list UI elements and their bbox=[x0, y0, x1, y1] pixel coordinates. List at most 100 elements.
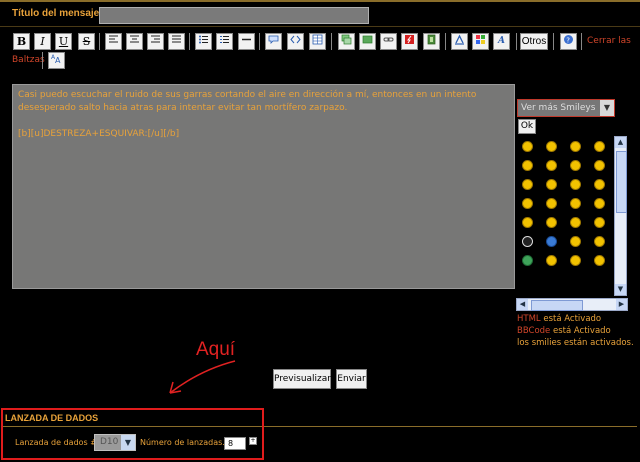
smiley-icon[interactable] bbox=[546, 255, 557, 266]
scroll-thumb[interactable] bbox=[531, 300, 583, 311]
quote-button[interactable] bbox=[265, 33, 282, 50]
smiley-icon[interactable] bbox=[546, 179, 557, 190]
smiley-icon[interactable] bbox=[522, 255, 533, 266]
color-palette-button[interactable] bbox=[472, 33, 489, 50]
smiley-icon[interactable] bbox=[522, 236, 533, 247]
toolbar-separator bbox=[581, 33, 582, 50]
smiley-icon[interactable] bbox=[570, 141, 581, 152]
send-button[interactable]: Enviar bbox=[336, 369, 367, 389]
smiley-icon[interactable] bbox=[570, 236, 581, 247]
bold-button[interactable]: B bbox=[13, 33, 30, 50]
image-button[interactable] bbox=[338, 33, 355, 50]
close-tags-link[interactable]: Cerrar las bbox=[587, 36, 631, 46]
scroll-down-icon[interactable]: ▼ bbox=[615, 284, 626, 295]
smiley-icon[interactable] bbox=[594, 236, 605, 247]
more-smileys-value: Ver más Smileys bbox=[521, 103, 596, 113]
die-type-select[interactable]: D10 ▼ bbox=[94, 434, 136, 451]
flash-button[interactable] bbox=[401, 33, 418, 50]
smilies-status: los smilies están activados. bbox=[517, 338, 634, 348]
smiley-icon[interactable] bbox=[546, 198, 557, 209]
font-button[interactable]: A bbox=[493, 33, 510, 50]
smiley-icon[interactable] bbox=[522, 198, 533, 209]
smiley-icon[interactable] bbox=[522, 217, 533, 228]
html-status: HTML está Activado bbox=[517, 314, 601, 324]
italic-button[interactable]: I bbox=[34, 33, 51, 50]
table-button[interactable] bbox=[309, 33, 326, 50]
smiley-icon[interactable] bbox=[594, 141, 605, 152]
message-textarea[interactable]: Casi puedo escuchar el ruido de sus garr… bbox=[12, 84, 515, 289]
smiley-icon[interactable] bbox=[570, 179, 581, 190]
dice-count-label: Número de lanzadas. : bbox=[140, 438, 231, 447]
numbered-list-button[interactable] bbox=[216, 33, 233, 50]
hr-button[interactable] bbox=[238, 33, 255, 50]
toolbar-separator bbox=[189, 33, 190, 50]
header-divider bbox=[0, 26, 640, 27]
subject-input[interactable] bbox=[99, 7, 369, 24]
svg-text:A: A bbox=[497, 36, 505, 45]
smiley-icon[interactable] bbox=[570, 217, 581, 228]
toolbar-separator bbox=[516, 33, 517, 50]
close-tags-link-text: Cerrar las bbox=[587, 36, 631, 46]
help-button[interactable]: ? bbox=[560, 33, 577, 50]
smiley-icon[interactable] bbox=[546, 217, 557, 228]
color-button[interactable] bbox=[451, 33, 468, 50]
bbcode-status-link[interactable]: BBCode bbox=[517, 326, 550, 336]
film-icon bbox=[427, 34, 436, 45]
smiley-icon[interactable] bbox=[594, 179, 605, 190]
code-button[interactable] bbox=[287, 33, 304, 50]
justify-icon bbox=[172, 35, 181, 43]
link-button[interactable] bbox=[380, 33, 397, 50]
align-right-button[interactable] bbox=[147, 33, 164, 50]
smiley-icon[interactable] bbox=[546, 236, 557, 247]
close-tags-link-cont[interactable]: Baltzas bbox=[12, 55, 45, 65]
bullet-list-icon bbox=[199, 35, 208, 44]
dice-count-input[interactable]: 8 bbox=[224, 437, 246, 450]
add-roll-icon[interactable]: + bbox=[249, 437, 257, 445]
smiley-icon[interactable] bbox=[594, 255, 605, 266]
svg-text:A: A bbox=[55, 56, 61, 64]
smiley-vertical-scrollbar[interactable]: ▲ ▼ bbox=[614, 136, 627, 296]
more-smileys-select[interactable]: Ver más Smileys ▼ bbox=[517, 99, 615, 117]
font-size-button[interactable]: AA bbox=[48, 52, 65, 69]
bullet-list-button[interactable] bbox=[195, 33, 212, 50]
align-center-button[interactable] bbox=[126, 33, 143, 50]
help-icon: ? bbox=[564, 35, 573, 45]
scroll-left-icon[interactable]: ◀ bbox=[517, 299, 528, 310]
html-status-link[interactable]: HTML bbox=[517, 314, 541, 324]
smiley-icon[interactable] bbox=[546, 160, 557, 171]
strike-button[interactable]: S bbox=[78, 33, 95, 50]
underline-button[interactable]: U bbox=[55, 33, 72, 50]
svg-text:?: ? bbox=[566, 37, 570, 45]
smiley-icon[interactable] bbox=[570, 160, 581, 171]
die-type-value: D10 bbox=[100, 437, 119, 447]
flash-icon bbox=[405, 35, 414, 44]
scroll-up-icon[interactable]: ▲ bbox=[615, 137, 626, 148]
smiley-horizontal-scrollbar[interactable]: ◀ ▶ bbox=[516, 298, 628, 311]
smiley-icon[interactable] bbox=[594, 217, 605, 228]
smiley-icon[interactable] bbox=[522, 179, 533, 190]
smiley-icon[interactable] bbox=[594, 198, 605, 209]
smiley-icon[interactable] bbox=[594, 160, 605, 171]
smiley-icon[interactable] bbox=[570, 255, 581, 266]
align-left-button[interactable] bbox=[105, 33, 122, 50]
smiley-icon[interactable] bbox=[546, 141, 557, 152]
bbcode-status: BBCode está Activado bbox=[517, 326, 611, 336]
smileys-ok-button[interactable]: Ok bbox=[518, 119, 536, 134]
image-icon bbox=[341, 34, 352, 45]
annotation-arrow-icon bbox=[169, 360, 236, 394]
justify-button[interactable] bbox=[168, 33, 185, 50]
font-icon: A bbox=[497, 36, 505, 46]
bbcode-status-text: está Activado bbox=[550, 326, 611, 336]
smiley-icon[interactable] bbox=[522, 141, 533, 152]
align-left-icon bbox=[109, 35, 118, 43]
align-right-icon bbox=[151, 35, 160, 43]
smiley-icon[interactable] bbox=[570, 198, 581, 209]
image-upload-button[interactable] bbox=[359, 33, 376, 50]
video-button[interactable] bbox=[423, 33, 440, 50]
preview-button[interactable]: Previsualizar bbox=[273, 369, 331, 389]
others-button[interactable]: Otros bbox=[520, 33, 548, 50]
smiley-icon[interactable] bbox=[522, 160, 533, 171]
toolbar-separator bbox=[553, 33, 554, 50]
scroll-right-icon[interactable]: ▶ bbox=[616, 299, 627, 310]
scroll-thumb[interactable] bbox=[616, 151, 627, 213]
